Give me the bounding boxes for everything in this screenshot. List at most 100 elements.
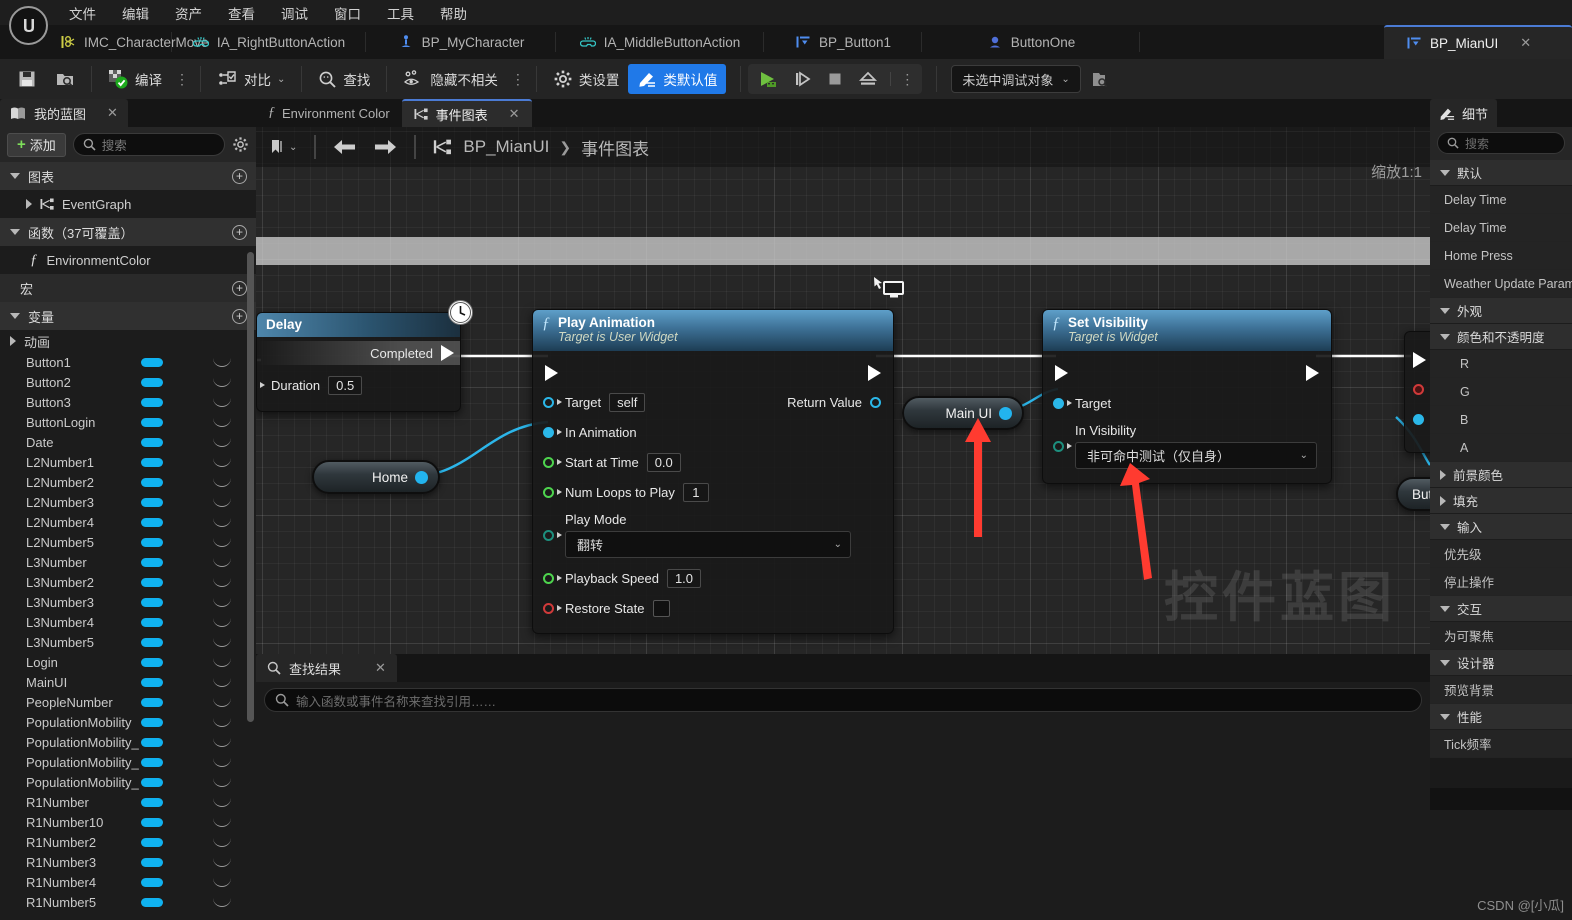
eye-hidden-icon[interactable] [213, 377, 231, 387]
bookmark-button[interactable]: ⌄ [262, 139, 305, 156]
play-options-kebab[interactable]: ⋮ [890, 72, 918, 86]
diff-button[interactable]: 对比 ⌄ [208, 64, 294, 94]
class-settings-button[interactable]: 类设置 [544, 64, 629, 94]
eye-hidden-icon[interactable] [213, 457, 231, 467]
data-pin-icon[interactable] [543, 426, 554, 438]
gear-icon[interactable] [232, 136, 249, 153]
tree-item-animation-category[interactable]: 动画 [0, 330, 256, 352]
variable-row[interactable]: L2Number1 [0, 452, 256, 472]
play-button[interactable] [752, 70, 785, 89]
num-loops-input[interactable]: 1 [682, 482, 709, 502]
tree-section-functions[interactable]: 函数（37可覆盖） + [0, 218, 256, 246]
details-property-row[interactable]: Tick频率 [1430, 730, 1572, 758]
close-icon[interactable]: ✕ [1520, 35, 1531, 51]
add-graph-button[interactable]: + [232, 168, 247, 184]
compile-button[interactable]: 编译 [99, 64, 171, 94]
details-subproperty-row[interactable]: R [1430, 350, 1572, 378]
variable-row[interactable]: ButtonLogin [0, 412, 256, 432]
details-category-5[interactable]: 输入 [1430, 514, 1572, 540]
exec-in-pin-icon[interactable] [1413, 352, 1426, 368]
eye-hidden-icon[interactable] [213, 557, 231, 567]
eye-hidden-icon[interactable] [213, 897, 231, 907]
details-property-row[interactable]: 预览背景 [1430, 676, 1572, 704]
variable-row[interactable]: PopulationMobility_ [0, 732, 256, 752]
restore-state-checkbox[interactable] [652, 599, 670, 617]
eye-hidden-icon[interactable] [213, 637, 231, 647]
menu-item-window[interactable]: 窗口 [321, 0, 374, 26]
playback-speed-input[interactable]: 1.0 [666, 568, 702, 588]
save-button[interactable] [8, 64, 46, 94]
step-forward-button[interactable] [787, 70, 818, 88]
data-pin-icon[interactable] [543, 456, 554, 468]
eye-hidden-icon[interactable] [213, 697, 231, 707]
tree-section-graphs[interactable]: 图表 + [0, 162, 256, 190]
node-variable-home[interactable]: Home [312, 460, 440, 494]
data-pin-icon[interactable] [415, 470, 428, 484]
data-pin-icon[interactable] [870, 396, 881, 408]
variable-row[interactable]: R1Number4 [0, 872, 256, 892]
pin-in-visibility[interactable]: In Visibility 非可命中测试（仅自身） ⌄ [1043, 419, 1331, 473]
eye-hidden-icon[interactable] [213, 537, 231, 547]
eye-hidden-icon[interactable] [213, 597, 231, 607]
data-pin-icon[interactable] [1053, 397, 1064, 409]
variable-row[interactable]: Login [0, 652, 256, 672]
stop-button[interactable] [820, 70, 850, 88]
details-property-row[interactable]: 停止操作 [1430, 568, 1572, 596]
variable-row[interactable]: L3Number5 [0, 632, 256, 652]
menu-item-assets[interactable]: 资产 [162, 0, 215, 26]
eye-hidden-icon[interactable] [213, 717, 231, 727]
asset-tab-bp-mianui[interactable]: BP_MianUI ✕ [1384, 25, 1572, 59]
variable-row[interactable]: R1Number3 [0, 852, 256, 872]
menu-item-file[interactable]: 文件 [56, 0, 109, 26]
hide-unrelated-options-kebab[interactable]: ⋮ [507, 72, 529, 86]
menu-item-edit[interactable]: 编辑 [109, 0, 162, 26]
data-pin-icon[interactable] [543, 486, 554, 498]
variable-row[interactable]: PopulationMobility_ [0, 772, 256, 792]
details-category-2[interactable]: 颜色和不透明度 [1430, 324, 1572, 350]
browse-debug-button[interactable] [1081, 64, 1118, 94]
asset-tab-ia-rightbuttonaction[interactable]: IA_RightButtonAction [172, 25, 366, 59]
eye-hidden-icon[interactable] [213, 817, 231, 827]
details-subproperty-row[interactable]: B [1430, 406, 1572, 434]
eye-hidden-icon[interactable] [213, 577, 231, 587]
eye-hidden-icon[interactable] [213, 657, 231, 667]
add-macro-button[interactable]: + [232, 280, 247, 296]
eye-hidden-icon[interactable] [213, 837, 231, 847]
eye-hidden-icon[interactable] [213, 617, 231, 627]
tab-environment-color[interactable]: ƒ Environment Color [256, 99, 402, 127]
data-pin-icon[interactable] [1053, 440, 1064, 452]
variable-row[interactable]: Button1 [0, 352, 256, 372]
details-category-7[interactable]: 设计器 [1430, 650, 1572, 676]
pin-duration[interactable]: Duration 0.5 [257, 373, 460, 397]
details-subproperty-row[interactable]: G [1430, 378, 1572, 406]
details-category-0[interactable]: 默认 [1430, 160, 1572, 186]
eye-hidden-icon[interactable] [213, 477, 231, 487]
eye-hidden-icon[interactable] [213, 417, 231, 427]
variable-row[interactable]: L2Number5 [0, 532, 256, 552]
eject-button[interactable] [852, 70, 884, 88]
variable-row[interactable]: R1Number10 [0, 812, 256, 832]
class-defaults-button[interactable]: 类默认值 [628, 64, 727, 94]
add-function-button[interactable]: + [232, 224, 247, 240]
details-property-row[interactable]: 为可聚焦 [1430, 622, 1572, 650]
data-pin-icon[interactable] [543, 396, 554, 408]
search-input[interactable]: 搜索 [72, 133, 225, 156]
variable-row[interactable]: R1Number2 [0, 832, 256, 852]
tree-section-macros[interactable]: 宏 + [0, 274, 256, 302]
start-at-time-input[interactable]: 0.0 [646, 452, 681, 472]
details-property-row[interactable]: 优先级 [1430, 540, 1572, 568]
breadcrumb-root[interactable]: BP_MianUI [463, 137, 549, 157]
tab-details[interactable]: 细节 [1430, 99, 1498, 127]
asset-tab-bp-mycharacter[interactable]: BP_MyCharacter [366, 25, 556, 59]
tree-item-environmentcolor[interactable]: ƒ EnvironmentColor [0, 246, 256, 274]
asset-tab-bp-button1[interactable]: BP_Button1 [764, 25, 922, 59]
tree-section-variables[interactable]: 变量 + [0, 302, 256, 330]
node-delay[interactable]: Delay Completed Duration 0.5 [256, 300, 473, 412]
variable-row[interactable]: Button3 [0, 392, 256, 412]
tab-my-blueprint[interactable]: 我的蓝图 ✕ [0, 99, 128, 127]
eye-hidden-icon[interactable] [213, 737, 231, 747]
variable-row[interactable]: R1Number [0, 792, 256, 812]
exec-in-pin-icon[interactable] [545, 365, 558, 381]
pin-num-loops-to-play[interactable]: Num Loops to Play 1 [533, 477, 893, 507]
in-visibility-dropdown[interactable]: 非可命中测试（仅自身） ⌄ [1075, 442, 1317, 469]
